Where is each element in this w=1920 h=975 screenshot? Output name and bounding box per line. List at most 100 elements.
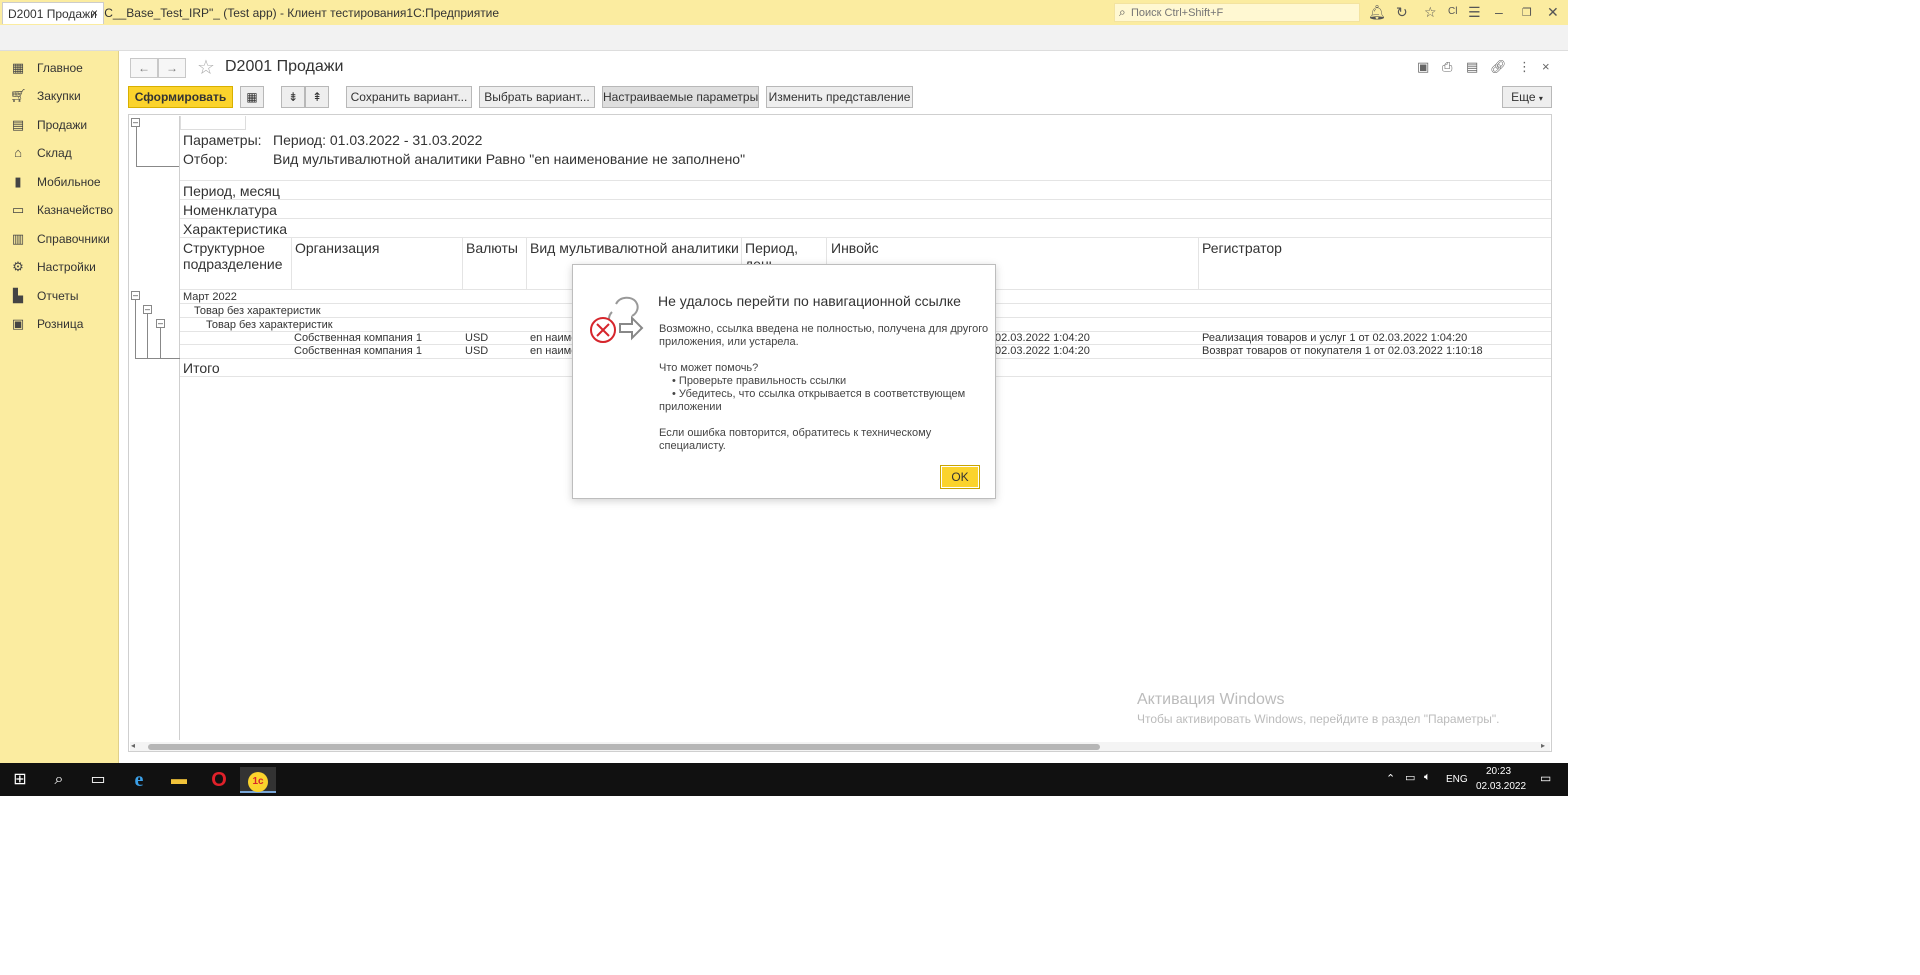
window-title: File_"C__Base_Test_IRP"_ (Test app) - Кл… — [74, 6, 500, 20]
group-item-row: Товар без характеристик — [194, 305, 321, 317]
more-button[interactable]: Еще ▾ — [1502, 86, 1552, 108]
more-vertical-icon[interactable]: ⋮ — [1518, 59, 1531, 75]
file-explorer-icon[interactable]: ▬ — [161, 767, 197, 793]
onec-app-icon[interactable]: 1с — [240, 767, 276, 793]
col-header-line: подразделение — [183, 256, 283, 272]
scroll-left-arrow-icon[interactable]: ◂ — [131, 741, 135, 750]
dialog-bullet: приложении — [659, 401, 722, 413]
sidebar-item-warehouse[interactable]: ⌂ Склад — [10, 144, 114, 164]
windows-start-icon[interactable]: ⊞ — [2, 767, 38, 793]
divider — [180, 237, 1551, 238]
col-header-analytics[interactable]: Вид мультивалютной аналитики — [530, 240, 739, 256]
expand-icon: ⇟ — [287, 90, 299, 104]
sidebar-item-main[interactable]: ▦ Главное — [10, 59, 114, 79]
group-period-month: Период, месяц — [183, 183, 280, 199]
collapse-icon: ⇞ — [311, 90, 323, 104]
save-icon[interactable]: ▣ — [1417, 59, 1429, 75]
sidebar-item-settings[interactable]: ⚙ Настройки — [10, 258, 114, 278]
col-header-registrar[interactable]: Регистратор — [1202, 240, 1282, 256]
opera-icon[interactable]: O — [201, 767, 237, 793]
scroll-right-arrow-icon[interactable]: ▸ — [1541, 741, 1545, 750]
group-month-row: Март 2022 — [183, 291, 237, 303]
user-initials[interactable]: Cl — [1448, 6, 1457, 17]
favorite-star-icon[interactable]: ☆ — [197, 55, 215, 80]
sidebar-item-label: Справочники — [37, 232, 110, 246]
forward-button[interactable]: → — [158, 58, 186, 78]
collapse-char-toggle[interactable]: – — [156, 319, 165, 328]
sidebar-item-label: Отчеты — [37, 289, 79, 303]
cell-date: 02.03.2022 1:04:20 — [995, 345, 1090, 357]
broken-link-icon — [590, 296, 644, 343]
custom-params-button[interactable]: Настраиваемые параметры — [602, 86, 759, 108]
collapse-all-button[interactable]: ⇞ — [305, 86, 329, 108]
dialog-bullet: • Убедитесь, что ссылка открывается в со… — [672, 388, 966, 400]
col-header-organization[interactable]: Организация — [295, 240, 379, 256]
sidebar-item-purchases[interactable]: 🛒︎ Закупки — [10, 87, 114, 107]
search-icon[interactable]: ⌕ — [41, 767, 77, 793]
ok-button[interactable]: OK — [940, 465, 980, 489]
collapse-month-toggle[interactable]: – — [131, 291, 140, 300]
clock-time[interactable]: 20:23 — [1486, 766, 1511, 777]
col-header-invoice[interactable]: Инвойс — [831, 240, 879, 256]
warehouse-icon: ⌂ — [14, 145, 22, 160]
task-view-icon[interactable]: ▭ — [80, 767, 116, 793]
back-button[interactable]: ← — [130, 58, 158, 78]
favorites-icon[interactable]: ☆ — [1424, 4, 1437, 21]
select-variant-button[interactable]: Выбрать вариант... — [479, 86, 595, 108]
sidebar-item-retail[interactable]: ▣ Розница — [10, 315, 114, 335]
generate-button[interactable]: Сформировать — [128, 86, 233, 108]
volume-icon[interactable]: 🔈︎ — [1424, 771, 1431, 784]
sidebar-item-treasury[interactable]: ▭ Казначейство — [10, 201, 114, 221]
global-search[interactable]: ⌕ — [1114, 3, 1360, 22]
scrollbar-thumb[interactable] — [148, 744, 1100, 750]
tab-label: D2001 Продажи — [8, 7, 97, 21]
grid-icon: ▦ — [11, 60, 25, 75]
minimize-icon[interactable]: – — [1495, 4, 1503, 20]
collapse-header-toggle[interactable]: – — [131, 118, 140, 127]
windows-activation-text: Чтобы активировать Windows, перейдите в … — [1137, 712, 1500, 726]
preview-icon[interactable]: ▤ — [1466, 59, 1478, 75]
cell-currency: USD — [465, 332, 489, 344]
sidebar-item-sales[interactable]: ▤ Продажи — [10, 116, 114, 136]
clock-date[interactable]: 02.03.2022 — [1476, 781, 1526, 792]
col-header-subdivision[interactable]: Структурное подразделение — [183, 240, 283, 272]
history-icon[interactable]: ↻ — [1396, 4, 1408, 21]
total-row: Итого — [183, 360, 220, 376]
cell-organization: Собственная компания 1 — [294, 332, 422, 344]
dialog-footer: Если ошибка повторится, обратитесь к тех… — [659, 427, 932, 439]
report-gutter-line — [179, 116, 180, 740]
search-input[interactable] — [1131, 5, 1351, 20]
notifications-icon[interactable]: ▭ — [1540, 771, 1551, 785]
gear-icon: ⚙ — [12, 259, 24, 274]
settings-menu-icon[interactable]: ☰ — [1468, 4, 1481, 21]
variant-settings-button[interactable]: ▦ — [240, 86, 264, 108]
sidebar-item-catalogs[interactable]: ▥ Справочники — [10, 230, 114, 250]
sidebar-item-reports[interactable]: ▙ Отчеты — [10, 287, 114, 307]
sidebar-item-mobile[interactable]: ▮ Мобильное — [10, 173, 114, 193]
dialog-text: Возможно, ссылка введена не полностью, п… — [659, 323, 989, 335]
cell-analytics: en наиме — [530, 332, 578, 344]
bell-icon[interactable]: 🔔︎ — [1368, 4, 1386, 21]
cell-registrar: Реализация товаров и услуг 1 от 02.03.20… — [1202, 332, 1468, 344]
change-view-button[interactable]: Изменить представление — [766, 86, 913, 108]
network-icon[interactable]: ▭ — [1405, 771, 1415, 784]
internet-explorer-icon[interactable]: e — [121, 767, 157, 793]
collapse-item-toggle[interactable]: – — [143, 305, 152, 314]
col-header-currency[interactable]: Валюты — [466, 240, 518, 256]
link-icon[interactable]: 🔗︎ — [1490, 59, 1507, 75]
close-window-icon[interactable]: ✕ — [1547, 4, 1559, 21]
tab-close-icon[interactable]: × — [91, 6, 98, 20]
language-indicator[interactable]: ENG — [1446, 774, 1468, 785]
save-variant-button[interactable]: Сохранить вариант... — [346, 86, 472, 108]
settings-panel-icon: ▦ — [246, 90, 258, 104]
tab-d2001-sales[interactable]: D2001 Продажи × — [2, 2, 104, 24]
print-icon[interactable]: ⎙ — [1442, 59, 1452, 75]
cell-currency: USD — [465, 345, 489, 357]
restore-icon[interactable]: ❐ — [1522, 6, 1532, 19]
sidebar: ▦ Главное 🛒︎ Закупки ▤ Продажи ⌂ Склад ▮… — [0, 51, 119, 763]
cell-organization: Собственная компания 1 — [294, 345, 422, 357]
sidebar-item-label: Настройки — [37, 260, 96, 274]
expand-all-button[interactable]: ⇟ — [281, 86, 305, 108]
close-form-icon[interactable]: × — [1542, 59, 1550, 74]
tray-chevron-up-icon[interactable]: ⌃ — [1386, 772, 1395, 785]
